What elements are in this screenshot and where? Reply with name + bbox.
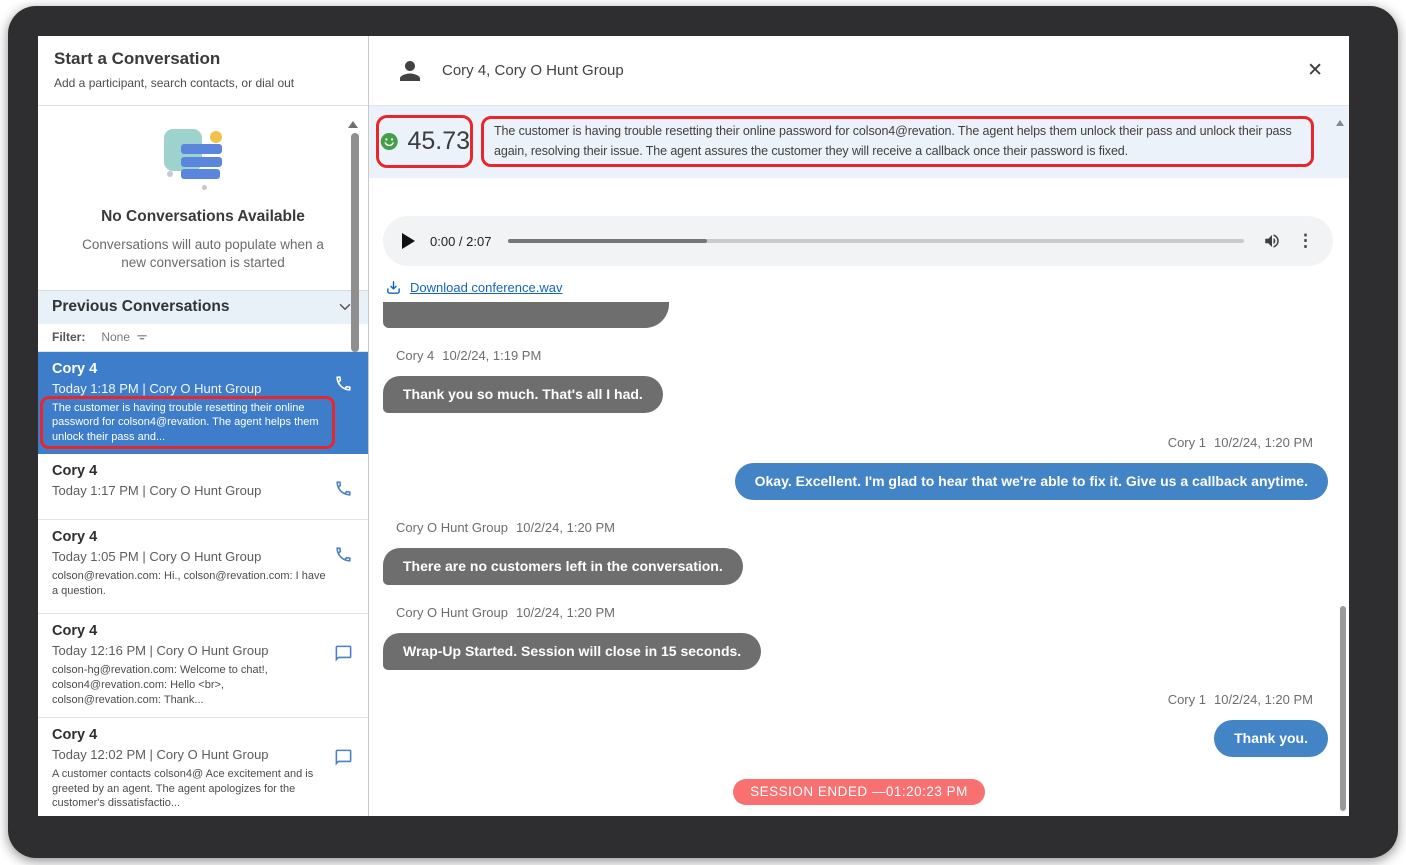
sentiment-score-annotation-box: 45.73 <box>376 115 473 168</box>
download-link[interactable]: Download conference.wav <box>410 280 562 295</box>
message-group: Cory 4 10/2/24, 1:19 PM Thank you so much… <box>369 348 1349 413</box>
conversation-name: Cory 4 <box>52 463 328 479</box>
download-icon <box>385 279 402 296</box>
conversation-header: Cory 4, Cory O Hunt Group ✕ <box>369 36 1349 106</box>
previous-conversations-header[interactable]: Previous Conversations <box>38 290 368 324</box>
phone-icon <box>334 479 353 498</box>
message-group: Cory 1 10/2/24, 1:20 PM Thank you. <box>369 692 1349 757</box>
message-bubble: There are no customers left in the conve… <box>383 548 743 585</box>
sidebar: Start a Conversation Add a participant, … <box>38 36 369 816</box>
message-author: Cory 4 <box>396 348 434 363</box>
conversations-illustration-icon <box>158 124 248 196</box>
filter-icon[interactable] <box>135 330 149 344</box>
empty-state: No Conversations Available Conversations… <box>38 106 368 272</box>
message-label: Cory O Hunt Group 10/2/24, 1:20 PM <box>396 605 1322 620</box>
message-author: Cory O Hunt Group <box>396 605 508 620</box>
message-group: Cory O Hunt Group 10/2/24, 1:20 PM Wrap-U… <box>369 605 1349 670</box>
sentiment-score: 45.73 <box>407 127 470 156</box>
sidebar-scroll-up-arrow[interactable] <box>348 121 358 128</box>
audio-time: 0:00 / 2:07 <box>430 234 491 249</box>
summary-annotation-box: The customer is having trouble resetting… <box>481 116 1314 167</box>
chat-scroll-up-arrow[interactable] <box>1336 120 1344 126</box>
conversation-name: Cory 4 <box>52 529 328 545</box>
message-bubble: Thank you. <box>1214 720 1328 757</box>
session-ended-banner: SESSION ENDED —01:20:23 PM <box>733 779 985 805</box>
audio-player: 0:00 / 2:07 ⋮ <box>383 216 1333 266</box>
conversation-item-5[interactable]: Cory 4 Today 12:02 PM | Cory O Hunt Grou… <box>38 718 368 816</box>
conversation-summary: The customer is having trouble resetting… <box>494 122 1301 161</box>
person-avatar-icon <box>395 56 425 86</box>
conversation-name: Cory 4 <box>52 727 328 743</box>
message-author: Cory 1 <box>1168 435 1206 450</box>
conversation-preview: colson-hg@revation.com: Welcome to chat!… <box>52 663 328 708</box>
filter-row: Filter: None <box>38 324 368 352</box>
start-conversation-title: Start a Conversation <box>54 49 352 69</box>
download-row: Download conference.wav <box>385 279 1349 296</box>
message-bubble: Wrap-Up Started. Session will close in 1… <box>383 633 761 670</box>
play-icon[interactable] <box>402 233 415 249</box>
close-icon[interactable]: ✕ <box>1307 61 1323 80</box>
message-time: 10/2/24, 1:20 PM <box>1214 435 1313 450</box>
conversation-item-4[interactable]: Cory 4 Today 12:16 PM | Cory O Hunt Grou… <box>38 614 368 718</box>
conversation-title: Cory 4, Cory O Hunt Group <box>442 62 624 79</box>
conversation-preview: A customer contacts colson4@ Ace excitem… <box>52 767 328 812</box>
chat-bubble-icon <box>334 748 353 767</box>
conversation-meta: Today 12:02 PM | Cory O Hunt Group <box>52 747 328 762</box>
conversation-name: Cory 4 <box>52 361 328 377</box>
chat-transcript: 0:00 / 2:07 ⋮ Download conference.wav Co… <box>369 179 1349 816</box>
filter-label: Filter: <box>52 330 85 344</box>
audio-progress-bar[interactable] <box>508 239 1244 243</box>
conversation-meta: Today 12:16 PM | Cory O Hunt Group <box>52 643 328 658</box>
message-label: Cory 4 10/2/24, 1:19 PM <box>396 348 1322 363</box>
empty-state-title: No Conversations Available <box>38 208 368 226</box>
message-bubble: Okay. Excellent. I'm glad to hear that w… <box>735 463 1328 500</box>
message-time: 10/2/24, 1:20 PM <box>1214 692 1313 707</box>
message-label: Cory 1 10/2/24, 1:20 PM <box>369 435 1313 450</box>
previous-conversations-title: Previous Conversations <box>52 298 229 316</box>
clipped-message-bubble <box>383 302 669 328</box>
chat-scrollbar-thumb[interactable] <box>1340 606 1346 811</box>
message-time: 10/2/24, 1:19 PM <box>442 348 541 363</box>
sidebar-scrollbar-thumb[interactable] <box>351 133 359 352</box>
message-time: 10/2/24, 1:20 PM <box>516 520 615 535</box>
message-author: Cory O Hunt Group <box>396 520 508 535</box>
conversation-preview: colson@revation.com: Hi., colson@revatio… <box>52 569 328 599</box>
conversation-name: Cory 4 <box>52 623 328 639</box>
audio-progress-fill <box>508 239 707 243</box>
sentiment-band: 45.73 The customer is having trouble res… <box>369 106 1349 178</box>
message-label: Cory O Hunt Group 10/2/24, 1:20 PM <box>396 520 1322 535</box>
audio-menu-kebab-icon[interactable]: ⋮ <box>1297 231 1314 251</box>
filter-value-dropdown[interactable]: None <box>101 330 130 344</box>
message-group: Cory O Hunt Group 10/2/24, 1:20 PM There … <box>369 520 1349 585</box>
phone-icon <box>334 374 353 393</box>
message-label: Cory 1 10/2/24, 1:20 PM <box>369 692 1313 707</box>
conversation-item-2[interactable]: Cory 4 Today 1:17 PM | Cory O Hunt Group <box>38 454 368 520</box>
volume-icon[interactable] <box>1263 232 1281 250</box>
empty-state-subtitle: Conversations will auto populate when a … <box>77 236 329 272</box>
chat-bubble-icon <box>334 644 353 663</box>
message-author: Cory 1 <box>1168 692 1206 707</box>
conversation-item-1[interactable]: Cory 4 Today 1:18 PM | Cory O Hunt Group… <box>38 352 368 455</box>
start-conversation-subtitle: Add a participant, search contacts, or d… <box>54 76 352 90</box>
conversation-item-3[interactable]: Cory 4 Today 1:05 PM | Cory O Hunt Group… <box>38 520 368 614</box>
messages-list: Cory 4 10/2/24, 1:19 PM Thank you so much… <box>369 302 1349 805</box>
sentiment-smiley-icon <box>379 128 399 155</box>
conversation-panel: Cory 4, Cory O Hunt Group ✕ 45.73 The cu… <box>369 36 1349 816</box>
message-bubble: Thank you so much. That's all I had. <box>383 376 663 413</box>
app-window: Start a Conversation Add a participant, … <box>38 36 1349 816</box>
conversation-meta: Today 1:05 PM | Cory O Hunt Group <box>52 549 328 564</box>
conversation-meta: Today 1:18 PM | Cory O Hunt Group <box>52 381 328 396</box>
message-time: 10/2/24, 1:20 PM <box>516 605 615 620</box>
message-group: Cory 1 10/2/24, 1:20 PM Okay. Excellent. … <box>369 435 1349 500</box>
window-frame: Start a Conversation Add a participant, … <box>8 6 1398 858</box>
conversation-meta: Today 1:17 PM | Cory O Hunt Group <box>52 483 328 498</box>
conversation-preview: The customer is having trouble resetting… <box>52 401 328 446</box>
start-conversation-header: Start a Conversation Add a participant, … <box>38 36 368 106</box>
phone-icon <box>334 545 353 564</box>
